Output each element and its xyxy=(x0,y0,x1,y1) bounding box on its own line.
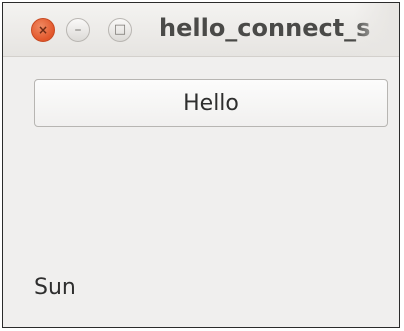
minimize-icon[interactable]: – xyxy=(66,18,90,42)
title-bar[interactable]: × – □ hello_connect_s xyxy=(3,3,399,57)
title-fade xyxy=(353,3,399,56)
sun-label: Sun xyxy=(34,275,76,300)
hello-button[interactable]: Hello xyxy=(34,79,388,127)
app-window: × – □ hello_connect_s Hello Sun xyxy=(2,2,400,328)
window-title: hello_connect_s xyxy=(159,14,371,42)
close-icon[interactable]: × xyxy=(31,18,55,42)
maximize-icon[interactable]: □ xyxy=(108,18,132,42)
